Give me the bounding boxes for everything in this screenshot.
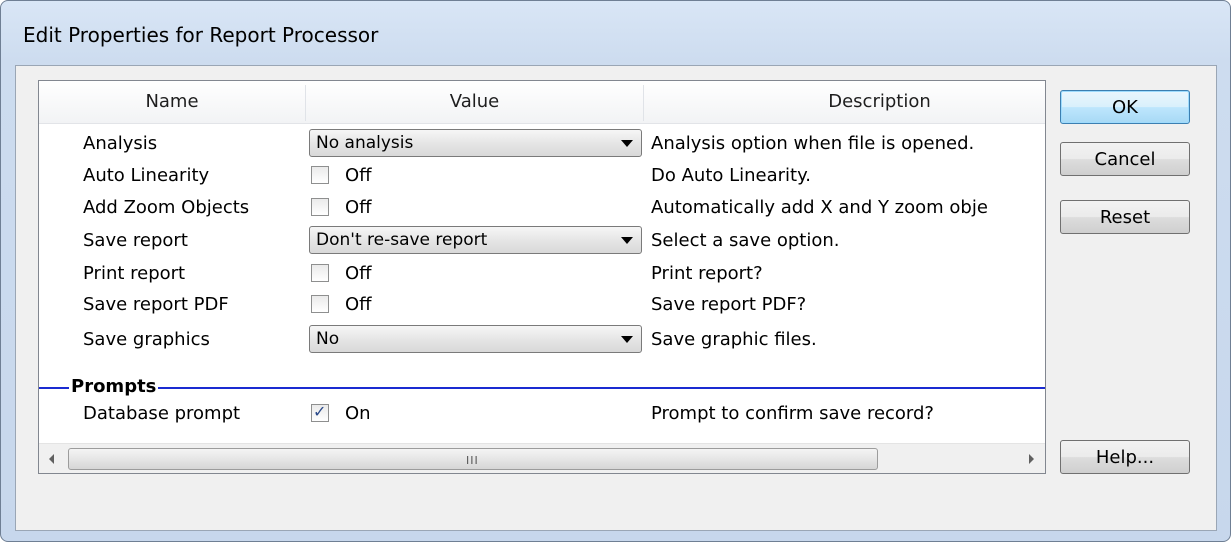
property-description: Do Auto Linearity. xyxy=(651,165,811,186)
section-label: Prompts xyxy=(69,375,159,399)
scroll-right-button[interactable] xyxy=(1017,444,1045,473)
arrow-left-icon xyxy=(49,454,54,464)
grid-header: Name Value Description xyxy=(39,81,1045,124)
save-report-pdf-checkbox[interactable] xyxy=(311,295,329,313)
save-graphics-select[interactable]: No xyxy=(309,325,642,353)
property-name: Save report PDF xyxy=(83,294,229,315)
ok-button[interactable]: OK xyxy=(1060,90,1190,124)
property-description: Save graphic files. xyxy=(651,329,817,350)
column-header-value[interactable]: Value xyxy=(306,81,643,123)
checkbox-label: Off xyxy=(345,165,372,186)
arrow-right-icon xyxy=(1029,454,1034,464)
grip-icon: III xyxy=(466,454,479,467)
dropdown-arrow-icon xyxy=(621,237,633,244)
property-name: Save report xyxy=(83,230,188,251)
dropdown-arrow-icon xyxy=(621,336,633,343)
property-row-save-report-pdf: Save report PDF Off Save report PDF? xyxy=(39,288,1045,321)
checkbox-label: Off xyxy=(345,197,372,218)
dialog-window: Edit Properties for Report Processor Nam… xyxy=(0,0,1231,542)
property-description: Select a save option. xyxy=(651,230,840,251)
property-name: Analysis xyxy=(83,133,158,154)
checkbox-label: Off xyxy=(345,294,372,315)
property-row-database-prompt: Database prompt ✓ On Prompt to confirm s… xyxy=(39,397,1045,430)
property-name: Save graphics xyxy=(83,329,210,350)
cancel-button[interactable]: Cancel xyxy=(1060,142,1190,176)
database-prompt-checkbox[interactable]: ✓ xyxy=(311,402,329,422)
checkbox-label: On xyxy=(345,403,371,424)
property-description: Automatically add X and Y zoom obje xyxy=(651,197,988,218)
property-name: Database prompt xyxy=(83,403,241,424)
select-value: Don't re-save report xyxy=(316,230,488,250)
property-row-save-graphics: Save graphics No Save graphic files. xyxy=(39,323,1045,356)
checkmark-icon: ✓ xyxy=(313,402,327,421)
property-description: Prompt to confirm save record? xyxy=(651,403,934,424)
select-value: No xyxy=(316,329,340,349)
checkbox-label: Off xyxy=(345,263,372,284)
property-description: Analysis option when file is opened. xyxy=(651,133,975,154)
property-description: Save report PDF? xyxy=(651,294,807,315)
column-header-name[interactable]: Name xyxy=(39,81,305,123)
dialog-client-area: Name Value Description Analysis No analy… xyxy=(15,65,1217,531)
dropdown-arrow-icon xyxy=(621,140,633,147)
help-button[interactable]: Help... xyxy=(1060,440,1190,474)
property-grid: Name Value Description Analysis No analy… xyxy=(38,80,1046,474)
section-divider xyxy=(39,387,1045,389)
property-row-print-report: Print report Off Print report? xyxy=(39,257,1045,290)
property-name: Auto Linearity xyxy=(83,165,210,186)
save-report-select[interactable]: Don't re-save report xyxy=(309,226,642,254)
property-name: Print report xyxy=(83,263,186,284)
reset-button[interactable]: Reset xyxy=(1060,200,1190,234)
print-report-checkbox[interactable] xyxy=(311,264,329,282)
analysis-select[interactable]: No analysis xyxy=(309,129,642,157)
property-row-analysis: Analysis No analysis Analysis option whe… xyxy=(39,127,1045,160)
title-bar[interactable]: Edit Properties for Report Processor xyxy=(1,1,1230,63)
add-zoom-objects-checkbox[interactable] xyxy=(311,198,329,216)
scrollbar-thumb[interactable]: III xyxy=(68,448,878,470)
scroll-left-button[interactable] xyxy=(39,444,67,473)
property-row-add-zoom-objects: Add Zoom Objects Off Automatically add X… xyxy=(39,191,1045,224)
property-description: Print report? xyxy=(651,263,763,284)
property-row-auto-linearity: Auto Linearity Off Do Auto Linearity. xyxy=(39,159,1045,192)
column-header-description[interactable]: Description xyxy=(644,81,1045,123)
property-name: Add Zoom Objects xyxy=(83,197,250,218)
select-value: No analysis xyxy=(316,133,414,153)
horizontal-scrollbar[interactable]: III xyxy=(39,443,1045,473)
window-title: Edit Properties for Report Processor xyxy=(23,23,379,47)
property-row-save-report: Save report Don't re-save report Select … xyxy=(39,224,1045,257)
auto-linearity-checkbox[interactable] xyxy=(311,166,329,184)
